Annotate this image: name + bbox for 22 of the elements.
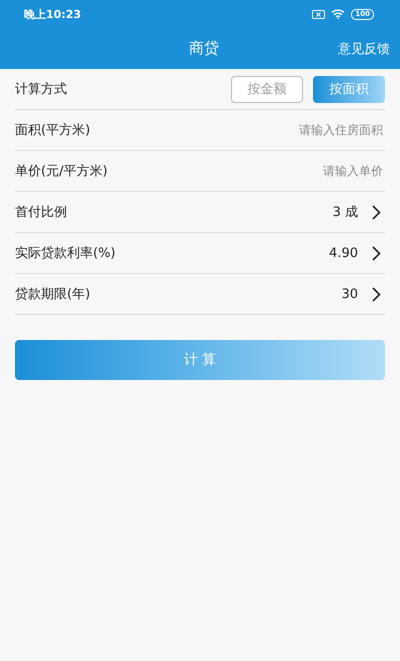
row-value[interactable]: 3 成	[332, 203, 358, 221]
calculate-button[interactable]: 计 算	[15, 340, 385, 380]
row-label: 面积(平方米)	[15, 122, 90, 139]
row-label: 计算方式	[15, 81, 67, 98]
row-value[interactable]: 30	[341, 286, 358, 302]
chevron-icon	[372, 246, 381, 260]
status-time: 晚上10:23	[24, 6, 82, 22]
feedback-link[interactable]: 意见反馈	[338, 40, 390, 58]
input-field[interactable]: 请输入住房面积	[201, 122, 385, 138]
input-field[interactable]: 请输入单价	[201, 163, 385, 179]
page-title: 商贷	[189, 39, 219, 58]
row-label: 贷款期限(年)	[15, 286, 90, 303]
sim-icon	[312, 10, 326, 18]
mode-button[interactable]: 按金额	[231, 76, 303, 102]
row-label: 实际贷款利率(%)	[15, 245, 116, 262]
row-value[interactable]: 4.90	[329, 246, 358, 260]
row-label: 首付比例	[15, 204, 67, 221]
chevron-icon	[372, 286, 381, 302]
chevron-icon	[372, 204, 381, 220]
mode-button[interactable]: 按面积	[313, 76, 385, 102]
row-label: 单价(元/平方米)	[15, 163, 108, 180]
wifi-icon	[331, 9, 346, 19]
